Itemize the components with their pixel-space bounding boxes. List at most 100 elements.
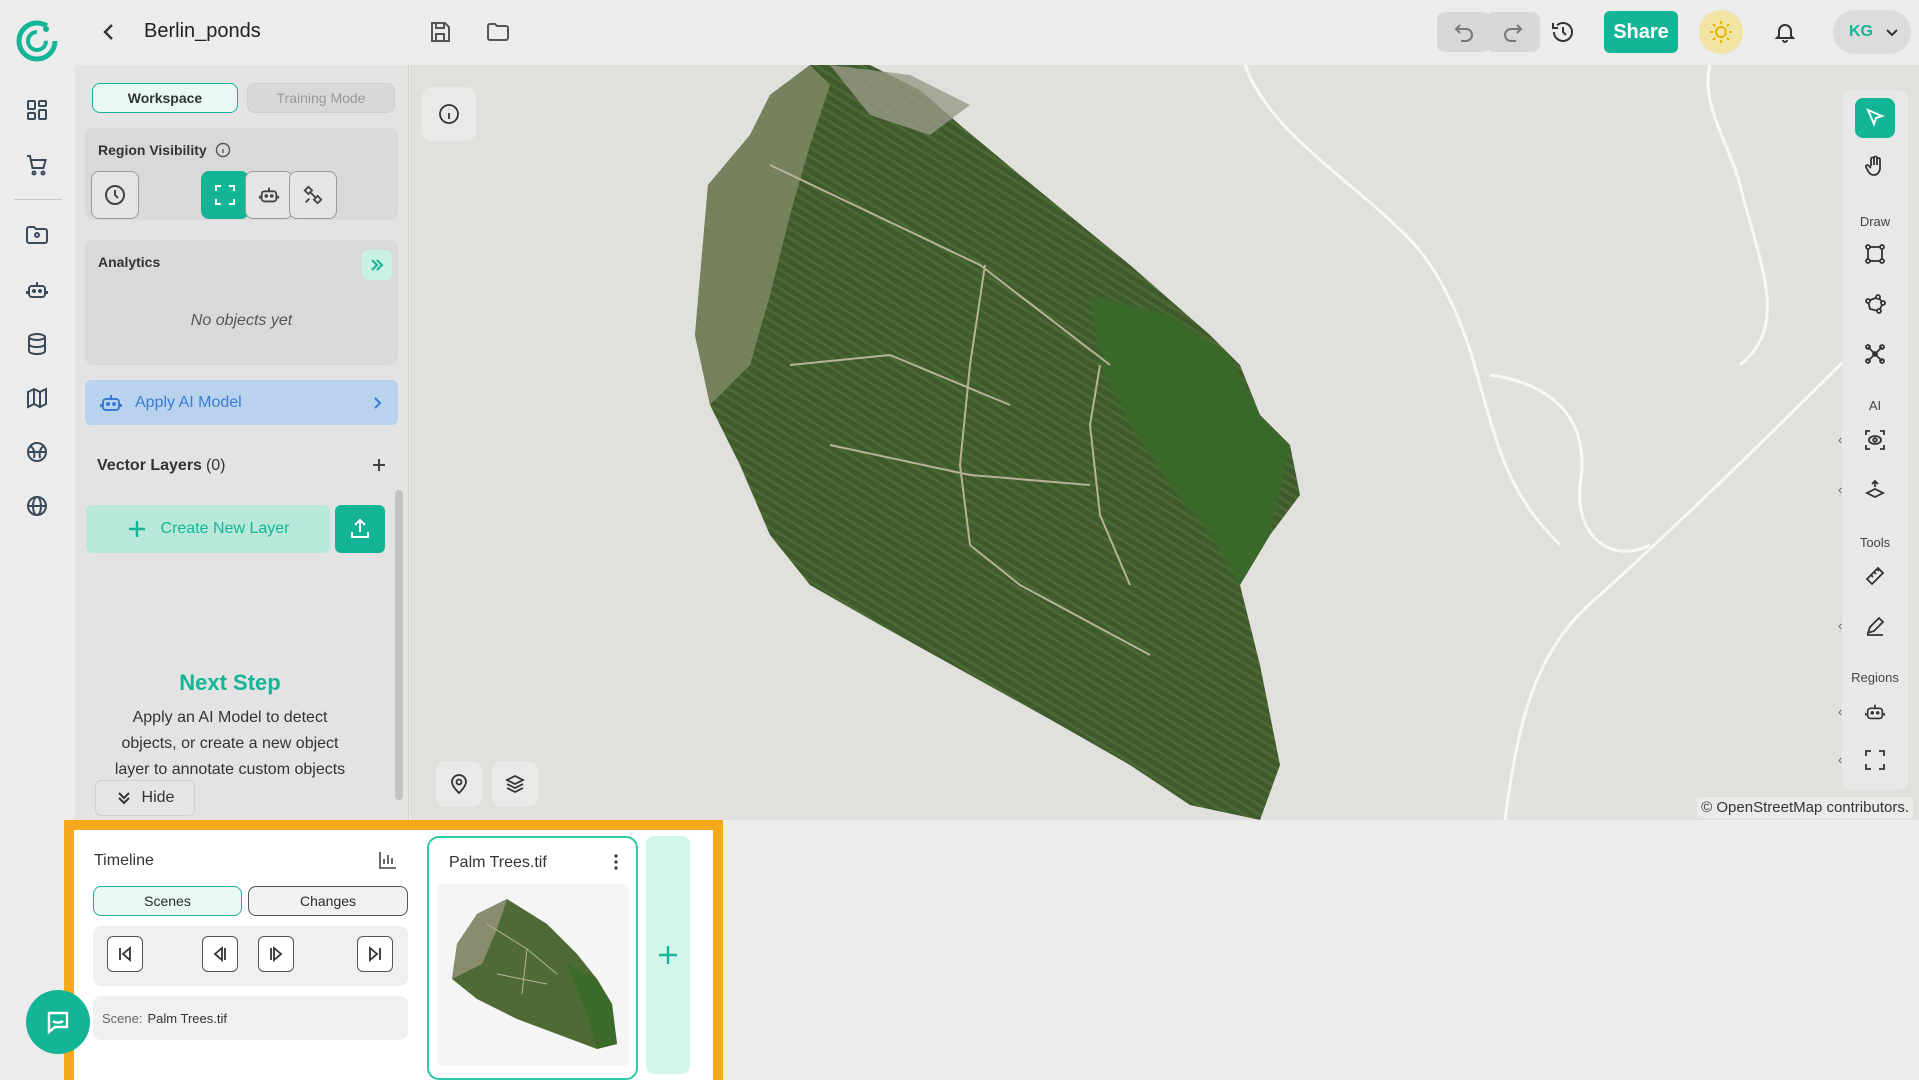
chevron-right-icon: [374, 396, 382, 409]
frame-icon: [215, 185, 235, 205]
location-pin-icon[interactable]: [436, 761, 482, 807]
expand-analytics-button[interactable]: [362, 250, 392, 280]
layers-icon[interactable]: [492, 761, 538, 807]
map-info-icon[interactable]: [422, 87, 476, 141]
chevron-left-icon[interactable]: ‹: [1838, 752, 1848, 767]
map-canvas[interactable]: © OpenStreetMap contributors.: [410, 65, 1919, 820]
regions-section-label: Regions: [1851, 670, 1899, 685]
timeline-panel: Timeline Scenes Changes Scene: Palm Tree…: [64, 820, 723, 1080]
double-chevron-down-icon: [117, 792, 130, 805]
scene-card[interactable]: Palm Trees.tif: [427, 836, 638, 1080]
bell-icon[interactable]: [1765, 12, 1805, 52]
kebab-menu-icon[interactable]: [606, 850, 626, 874]
ruler-icon[interactable]: [1855, 556, 1895, 596]
region-frame-button[interactable]: [201, 171, 249, 219]
clock-visibility-button[interactable]: [91, 171, 139, 219]
analytics-title: Analytics: [98, 254, 161, 270]
workspace-panel: Workspace Training Mode Region Visibilit…: [75, 65, 409, 820]
robot-icon: [258, 187, 280, 203]
add-layer-icon[interactable]: [365, 451, 393, 479]
tab-training-mode[interactable]: Training Mode: [247, 83, 395, 113]
vector-layers-count: (0): [205, 457, 226, 474]
tab-changes[interactable]: Changes: [248, 886, 408, 916]
ai-region-button[interactable]: [245, 171, 293, 219]
database-icon[interactable]: [17, 324, 57, 364]
chat-support-icon[interactable]: [26, 990, 90, 1054]
region-frame-icon[interactable]: [1855, 740, 1895, 780]
app-logo[interactable]: [12, 16, 62, 66]
satellite-region-button[interactable]: [289, 171, 337, 219]
theme-sun-icon[interactable]: [1699, 10, 1743, 54]
map-attribution[interactable]: © OpenStreetMap contributors.: [1697, 797, 1913, 818]
robot-icon[interactable]: [17, 270, 57, 310]
vector-layers-header: Vector Layers (0): [97, 457, 226, 475]
chevron-left-icon[interactable]: ‹: [1838, 432, 1848, 447]
globe-icon[interactable]: [17, 486, 57, 526]
draw-keypoints-icon[interactable]: [1855, 334, 1895, 374]
upload-layer-button[interactable]: [335, 505, 385, 553]
tools-section-label: Tools: [1859, 535, 1891, 550]
analytics-empty-text: No objects yet: [190, 312, 293, 329]
apply-ai-label: Apply AI Model: [135, 393, 242, 411]
folder-location-icon[interactable]: [17, 215, 57, 255]
user-initials: KG: [1849, 23, 1873, 40]
tab-workspace[interactable]: Workspace: [92, 83, 238, 113]
chevron-left-icon[interactable]: ‹: [1838, 618, 1848, 633]
chevron-down-icon: [1886, 29, 1898, 37]
redo-icon[interactable]: [1486, 12, 1540, 52]
top-bar: Berlin_ponds Share KG: [75, 0, 1919, 65]
plus-icon: [659, 946, 677, 964]
save-icon[interactable]: [420, 12, 460, 52]
tab-scenes[interactable]: Scenes: [93, 886, 242, 916]
hide-label: Hide: [141, 789, 175, 806]
scene-prefix: Scene:: [102, 1010, 143, 1026]
scene-card-name: Palm Trees.tif: [449, 854, 547, 871]
draw-section-label: Draw: [1859, 214, 1891, 229]
create-layer-label: Create New Layer: [160, 520, 290, 537]
chart-icon[interactable]: [374, 846, 402, 874]
draw-polygon-icon[interactable]: [1855, 284, 1895, 324]
skip-to-start-icon[interactable]: [107, 936, 143, 972]
ball-icon[interactable]: [17, 432, 57, 472]
map-icon[interactable]: [17, 378, 57, 418]
share-button[interactable]: Share: [1604, 11, 1678, 53]
pen-icon[interactable]: [1855, 606, 1895, 646]
select-pointer-icon[interactable]: [1855, 98, 1895, 138]
undo-icon[interactable]: [1437, 12, 1491, 52]
upload-icon: [351, 518, 369, 538]
playback-controls: [93, 926, 408, 986]
folder-icon[interactable]: [478, 12, 518, 52]
history-icon[interactable]: [1543, 12, 1583, 52]
apply-ai-model-button[interactable]: Apply AI Model: [85, 380, 398, 425]
pan-hand-icon[interactable]: [1855, 146, 1895, 186]
region-robot-icon[interactable]: [1855, 692, 1895, 732]
ai-detect-eye-icon[interactable]: [1855, 420, 1895, 460]
dashboard-icon[interactable]: [17, 90, 57, 130]
cart-icon[interactable]: [17, 145, 57, 185]
add-scene-button[interactable]: [646, 836, 690, 1074]
chevron-left-icon[interactable]: ‹: [1838, 482, 1848, 497]
step-forward-icon[interactable]: [258, 936, 294, 972]
region-visibility-title: Region Visibility: [98, 142, 207, 158]
create-new-layer-button[interactable]: Create New Layer: [86, 505, 330, 553]
right-toolbar: Draw AI ‹ ‹ Tools ‹ Regions ‹ ‹: [1838, 90, 1908, 790]
draw-rectangle-icon[interactable]: [1855, 234, 1895, 274]
plus-icon: [128, 521, 145, 537]
chevron-left-icon[interactable]: ‹: [1838, 704, 1848, 719]
region-visibility-card: Region Visibility: [85, 128, 398, 220]
analytics-card: Analytics No objects yet: [85, 240, 398, 365]
panel-scrollbar[interactable]: [395, 490, 403, 800]
double-chevron-right-icon: [371, 259, 384, 271]
project-title: Berlin_ponds: [144, 20, 261, 42]
step-back-icon[interactable]: [202, 936, 238, 972]
ai-section-label: AI: [1868, 398, 1882, 413]
robot-icon: [100, 394, 122, 411]
skip-to-end-icon[interactable]: [357, 936, 393, 972]
map-surface: [695, 65, 1892, 820]
timeline-title: Timeline: [94, 852, 154, 869]
hide-button[interactable]: Hide: [95, 780, 195, 816]
info-icon[interactable]: [215, 142, 231, 158]
ai-segment-icon[interactable]: [1855, 470, 1895, 510]
user-menu[interactable]: KG: [1833, 10, 1911, 54]
back-icon[interactable]: [89, 12, 129, 52]
